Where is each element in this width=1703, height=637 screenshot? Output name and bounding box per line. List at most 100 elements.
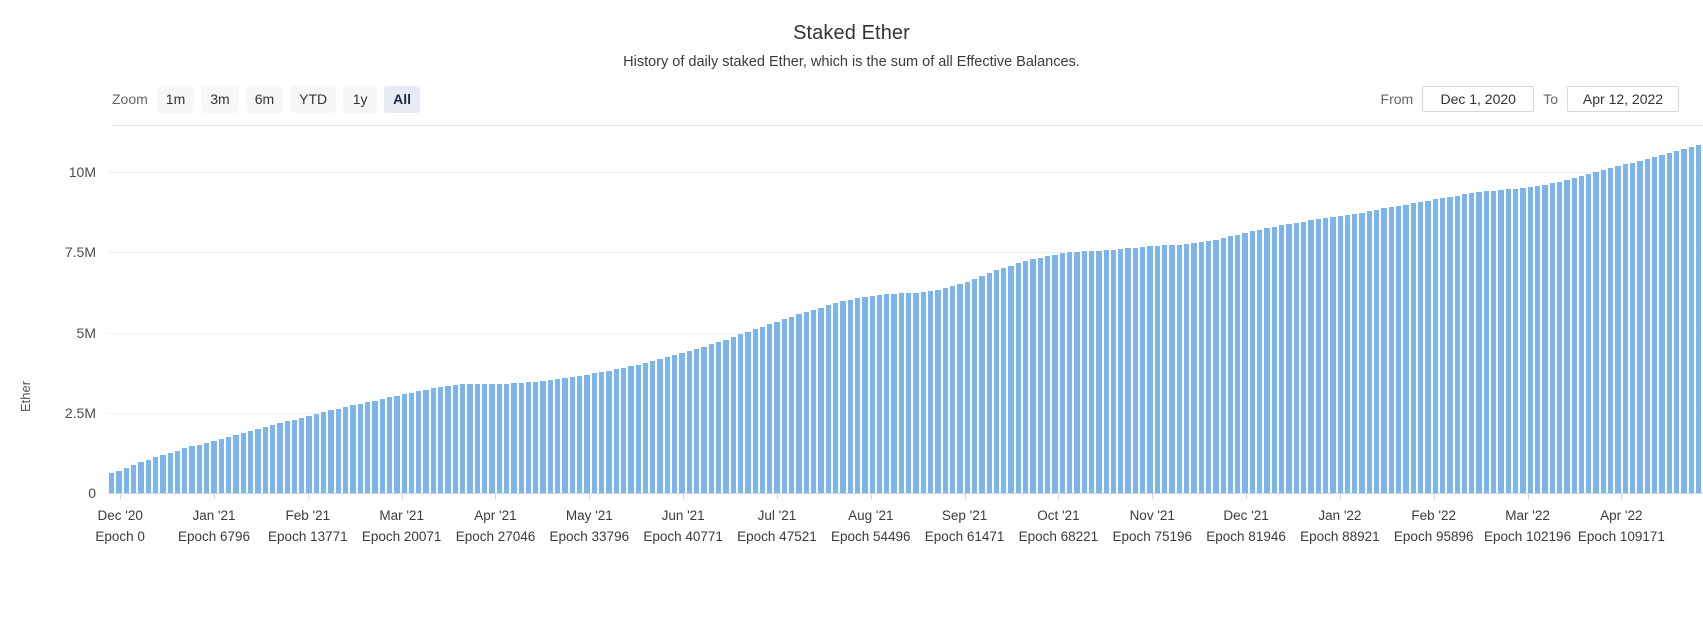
bar[interactable] — [415, 390, 423, 493]
bar[interactable] — [115, 470, 123, 493]
bar[interactable] — [437, 387, 445, 493]
bar[interactable] — [1526, 187, 1534, 493]
bar[interactable] — [1629, 162, 1637, 493]
bar[interactable] — [546, 379, 555, 493]
bar[interactable] — [173, 450, 182, 493]
bar[interactable] — [1548, 183, 1556, 493]
bar[interactable] — [1453, 195, 1461, 493]
bar[interactable] — [1285, 224, 1293, 493]
bar[interactable] — [1358, 212, 1366, 493]
bar[interactable] — [495, 383, 503, 493]
bar[interactable] — [1541, 184, 1549, 493]
bar[interactable] — [1146, 246, 1154, 493]
bar[interactable] — [305, 415, 313, 493]
bar[interactable] — [320, 411, 328, 493]
bar[interactable] — [1314, 219, 1322, 493]
bar[interactable] — [407, 392, 416, 493]
bar[interactable] — [1278, 225, 1286, 493]
bar[interactable] — [1241, 233, 1249, 493]
bar[interactable] — [766, 324, 774, 493]
bar[interactable] — [1226, 236, 1235, 493]
bar[interactable] — [451, 385, 459, 493]
bar[interactable] — [1643, 158, 1651, 493]
bar[interactable] — [268, 425, 277, 493]
bar[interactable] — [1197, 242, 1205, 493]
bar[interactable] — [868, 295, 876, 493]
bar[interactable] — [897, 293, 906, 493]
bar[interactable] — [1490, 190, 1498, 493]
bar[interactable] — [1680, 149, 1688, 493]
bar[interactable] — [1190, 243, 1198, 493]
bar[interactable] — [1380, 208, 1388, 493]
bar[interactable] — [254, 429, 262, 493]
bar[interactable] — [1168, 244, 1176, 493]
bar[interactable] — [1036, 257, 1044, 493]
bar[interactable] — [349, 405, 357, 493]
bar[interactable] — [1431, 199, 1439, 493]
bar[interactable] — [1570, 177, 1578, 493]
bar[interactable] — [875, 294, 884, 493]
bar[interactable] — [853, 298, 862, 493]
bar[interactable] — [1424, 200, 1432, 493]
bar[interactable] — [970, 278, 979, 493]
bar[interactable] — [1365, 211, 1374, 493]
bar[interactable] — [1161, 245, 1169, 493]
zoom-button-6m[interactable]: 6m — [245, 85, 284, 113]
bar[interactable] — [978, 276, 986, 493]
bar[interactable] — [1204, 240, 1213, 493]
bar[interactable] — [627, 366, 635, 493]
bar[interactable] — [590, 373, 598, 493]
bar[interactable] — [342, 407, 350, 493]
bar[interactable] — [1592, 172, 1600, 493]
bar[interactable] — [1563, 179, 1571, 493]
zoom-button-1m[interactable]: 1m — [156, 85, 195, 113]
bar[interactable] — [656, 359, 664, 493]
bar[interactable] — [919, 292, 927, 493]
bar[interactable] — [1672, 150, 1681, 493]
bar[interactable] — [444, 386, 452, 493]
bar[interactable] — [707, 344, 715, 493]
bar[interactable] — [1014, 263, 1023, 493]
bar[interactable] — [1614, 166, 1622, 493]
zoom-button-1y[interactable]: 1y — [343, 85, 378, 113]
bar[interactable] — [166, 452, 174, 493]
bar[interactable] — [941, 288, 949, 493]
bar[interactable] — [1373, 209, 1381, 493]
bar[interactable] — [108, 473, 116, 493]
bar[interactable] — [554, 378, 562, 493]
bar[interactable] — [612, 369, 620, 493]
bar[interactable] — [239, 433, 247, 493]
bar[interactable] — [1065, 252, 1074, 493]
bar[interactable] — [210, 440, 218, 493]
bar[interactable] — [619, 367, 628, 493]
bar[interactable] — [1139, 246, 1147, 493]
bar[interactable] — [488, 383, 496, 493]
bar[interactable] — [948, 286, 957, 493]
bar[interactable] — [393, 395, 401, 493]
bar[interactable] — [517, 382, 525, 493]
bar[interactable] — [1636, 160, 1644, 493]
bar[interactable] — [1409, 203, 1417, 493]
bar[interactable] — [1555, 181, 1564, 493]
bar[interactable] — [736, 334, 745, 493]
bar[interactable] — [1585, 174, 1593, 493]
bar[interactable] — [1577, 175, 1586, 493]
bar[interactable] — [378, 398, 386, 493]
bar[interactable] — [1512, 188, 1520, 493]
bar[interactable] — [963, 281, 971, 493]
bar[interactable] — [788, 316, 796, 493]
bar[interactable] — [1307, 220, 1315, 493]
bar[interactable] — [1058, 253, 1066, 493]
bar[interactable] — [1000, 267, 1008, 493]
bar[interactable] — [1687, 147, 1695, 493]
bar[interactable] — [1212, 239, 1220, 493]
bar[interactable] — [1497, 190, 1505, 493]
bar[interactable] — [634, 364, 642, 493]
bar[interactable] — [422, 389, 430, 493]
bar[interactable] — [1599, 170, 1608, 493]
bar[interactable] — [1519, 188, 1527, 493]
bar[interactable] — [700, 346, 708, 493]
bar[interactable] — [1029, 259, 1037, 493]
bar[interactable] — [751, 329, 759, 493]
bar[interactable] — [1351, 213, 1359, 493]
